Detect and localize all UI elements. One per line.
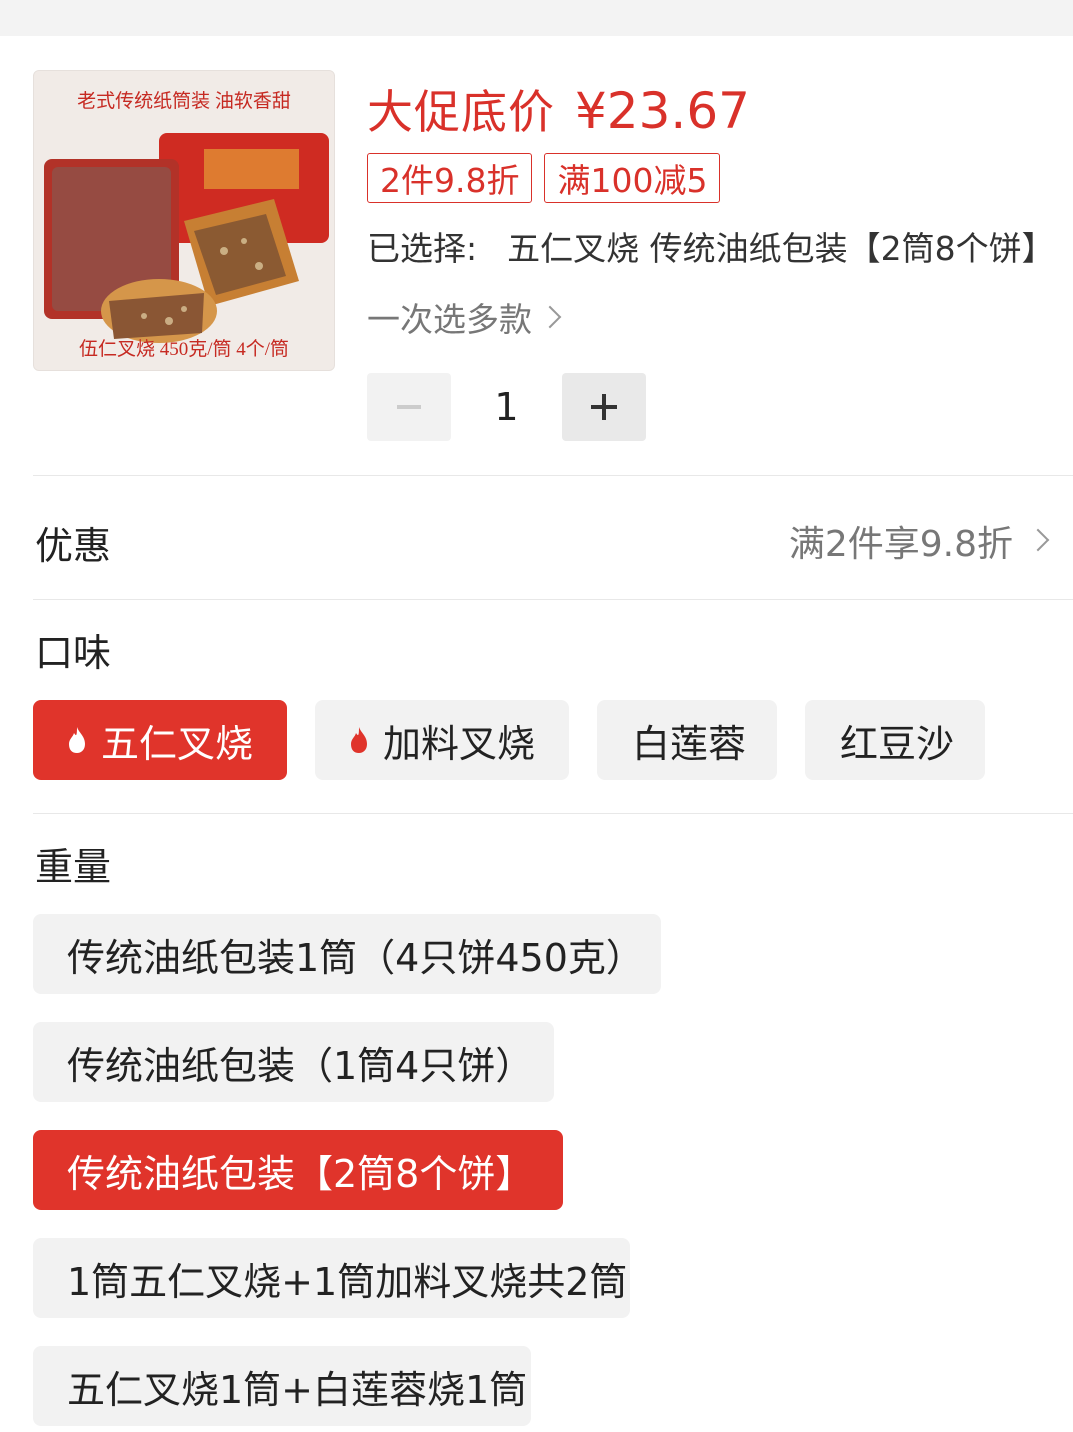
weight-option-label: 传统油纸包装1筒（4只饼450克） [67, 935, 644, 980]
multi-select-link[interactable]: 一次选多款 [367, 293, 562, 341]
divider [33, 475, 1073, 476]
weight-option-label: 传统油纸包装（1筒4只饼） [67, 1043, 534, 1088]
flavor-option-label: 五仁叉烧 [101, 721, 254, 766]
discount-title: 优惠 [35, 524, 112, 568]
flavor-option-jialiao-chashao[interactable]: 加料叉烧 [315, 700, 569, 780]
mooncake-photo: 老式传统纸筒装 油软香甜 伍仁叉烧 450克/筒 4个/筒 [34, 71, 334, 370]
image-caption-top: 老式传统纸筒装 油软香甜 [77, 90, 291, 112]
flavor-option-label: 红豆沙 [840, 721, 955, 766]
price-line: 大促底价 ¥23.67 [367, 76, 750, 140]
product-image[interactable]: 老式传统纸筒装 油软香甜 伍仁叉烧 450克/筒 4个/筒 [33, 70, 335, 371]
flavor-option-label: 白莲蓉 [632, 721, 747, 766]
chevron-right-icon[interactable] [1026, 528, 1050, 552]
multi-select-label: 一次选多款 [367, 300, 532, 339]
flavor-option-bai-lianrong[interactable]: 白莲蓉 [597, 700, 777, 780]
weight-option-label: 五仁叉烧1筒+白莲蓉烧1筒 [67, 1367, 528, 1412]
flavor-option-hong-dousha[interactable]: 红豆沙 [805, 700, 985, 780]
weight-option-label: 1筒五仁叉烧+1筒加料叉烧共2筒 [67, 1259, 628, 1304]
selected-label: 已选择: [367, 229, 478, 268]
divider [33, 599, 1073, 600]
weight-option-2[interactable]: 传统油纸包装（1筒4只饼） [33, 1022, 554, 1102]
promo-tag-full-reduction: 满100减5 [544, 153, 721, 203]
price-label: 大促底价 [367, 85, 555, 139]
weight-option-4[interactable]: 1筒五仁叉烧+1筒加料叉烧共2筒 [33, 1238, 630, 1318]
quantity-increase-button[interactable] [562, 373, 646, 441]
image-caption-bottom: 伍仁叉烧 450克/筒 4个/筒 [79, 338, 289, 360]
weight-option-label: 传统油纸包装【2筒8个饼】 [67, 1151, 534, 1196]
quantity-value[interactable]: 1 [451, 373, 562, 441]
selected-summary: 已选择: 五仁叉烧 传统油纸包装【2筒8个饼】 [367, 222, 1057, 270]
minus-icon [397, 405, 421, 409]
chevron-right-icon [538, 305, 562, 329]
promo-tag-discount: 2件9.8折 [367, 153, 533, 203]
weight-title: 重量 [35, 845, 112, 889]
weight-option-3[interactable]: 传统油纸包装【2筒8个饼】 [33, 1130, 563, 1210]
promo-tags: 2件9.8折 满100减5 [367, 153, 721, 203]
weight-option-1[interactable]: 传统油纸包装1筒（4只饼450克） [33, 914, 661, 994]
flame-icon [351, 727, 367, 753]
quantity-decrease-button[interactable] [367, 373, 451, 441]
weight-option-5[interactable]: 五仁叉烧1筒+白莲蓉烧1筒 [33, 1346, 531, 1426]
divider [33, 813, 1073, 814]
flavor-title: 口味 [35, 631, 112, 675]
price-value: ¥23.67 [575, 82, 750, 140]
top-gray-bar [0, 0, 1073, 36]
selected-value: 五仁叉烧 传统油纸包装【2筒8个饼】 [507, 229, 1055, 268]
discount-value[interactable]: 满2件享9.8折 [789, 515, 1013, 567]
flame-icon [69, 727, 85, 753]
flavor-option-label: 加料叉烧 [383, 721, 536, 766]
flavor-option-wuren-chashao[interactable]: 五仁叉烧 [33, 700, 287, 780]
